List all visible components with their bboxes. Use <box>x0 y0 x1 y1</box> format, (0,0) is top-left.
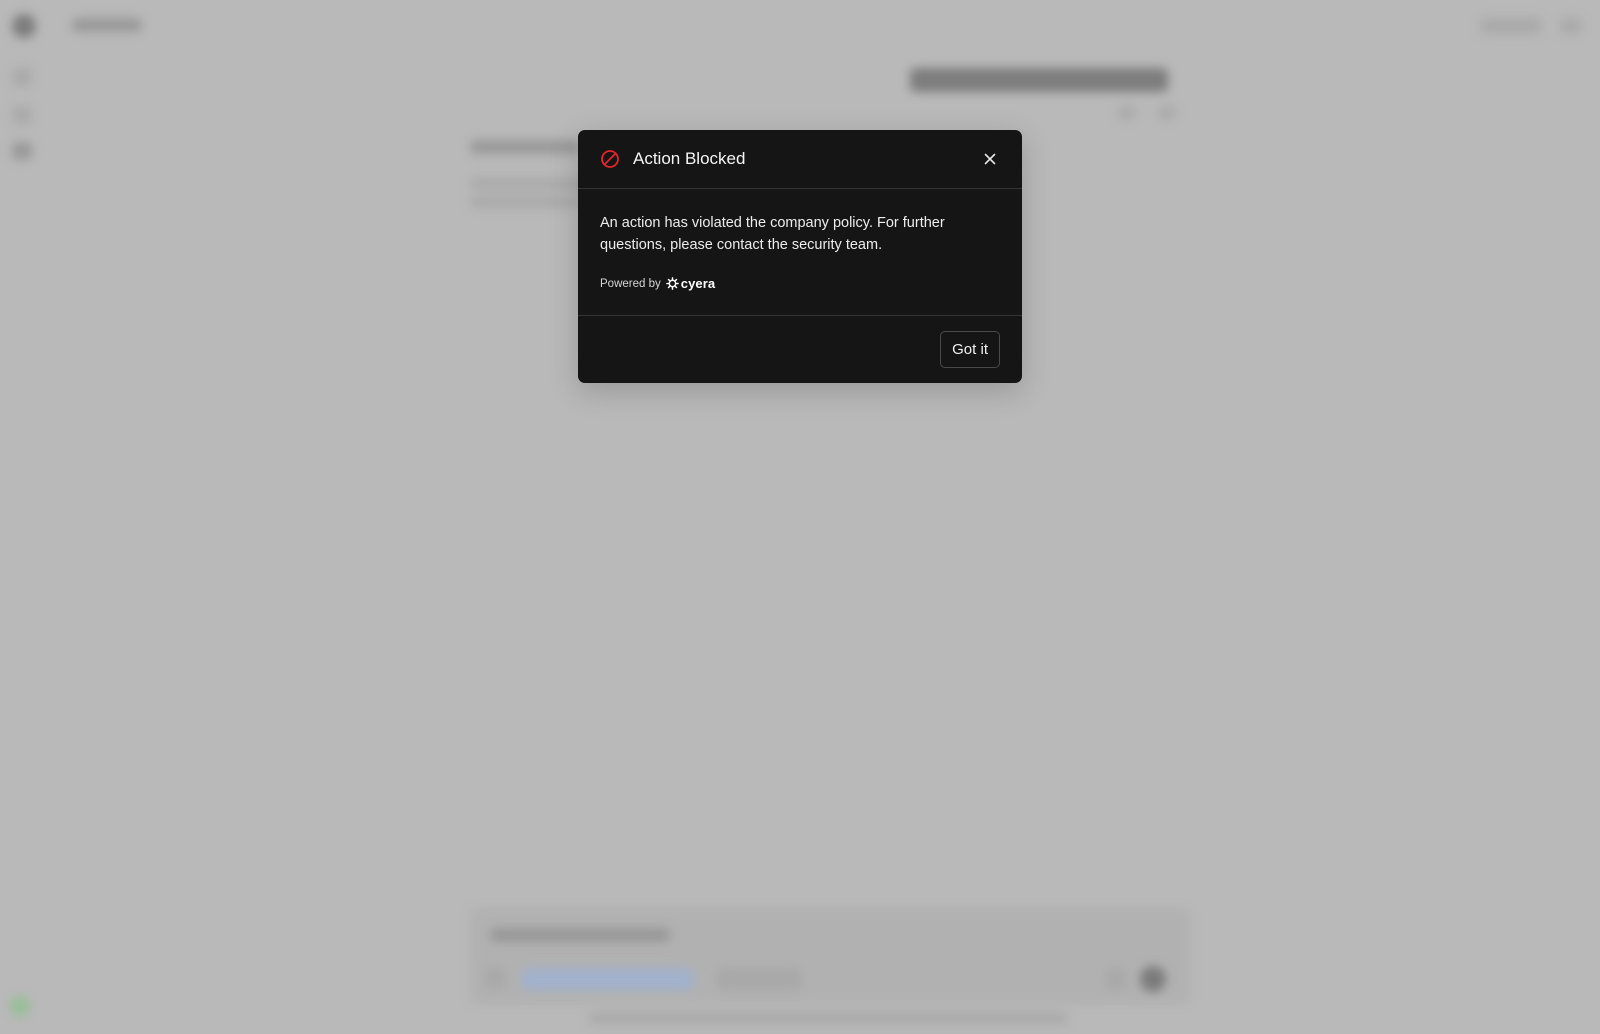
dialog-title: Action Blocked <box>633 149 746 168</box>
disclaimer-text <box>588 1012 1068 1024</box>
action-blocked-dialog: Action Blocked An action has violated th… <box>578 130 1022 383</box>
model-selector <box>72 18 142 32</box>
close-icon[interactable] <box>983 152 997 166</box>
close-button[interactable] <box>978 147 1002 171</box>
dialog-footer: Got it <box>578 316 1022 383</box>
edit-icon <box>1158 106 1176 120</box>
cyera-logo: cyera <box>665 276 716 291</box>
powered-by-label: Powered by <box>600 277 661 290</box>
user-message-bubble <box>910 68 1168 92</box>
app-logo-icon <box>12 14 36 38</box>
user-avatar <box>1560 18 1582 34</box>
history-icon <box>12 142 32 160</box>
tools-chip <box>716 968 802 990</box>
got-it-button[interactable]: Got it <box>940 331 1000 368</box>
dialog-message: An action has violated the company polic… <box>600 215 945 253</box>
powered-by: Powered by cyera <box>600 276 1000 291</box>
assistant-response-heading <box>470 140 580 154</box>
dialog-header: Action Blocked <box>578 130 1022 189</box>
composer-placeholder <box>490 928 670 942</box>
assistant-response-line <box>470 196 580 208</box>
copy-icon <box>1118 106 1136 120</box>
assistant-response-line <box>470 178 590 190</box>
mic-icon <box>1106 968 1126 990</box>
search-icon <box>12 106 32 124</box>
new-chat-icon <box>12 68 32 86</box>
status-icon <box>10 996 30 1016</box>
share-button <box>1480 18 1542 34</box>
send-icon <box>1140 966 1166 992</box>
cyera-logo-icon <box>665 277 679 290</box>
cyera-wordmark: cyera <box>680 276 716 291</box>
mode-chip <box>522 968 694 990</box>
dialog-body: An action has violated the company polic… <box>578 189 1022 316</box>
attach-icon <box>484 968 506 988</box>
block-icon <box>600 149 620 169</box>
